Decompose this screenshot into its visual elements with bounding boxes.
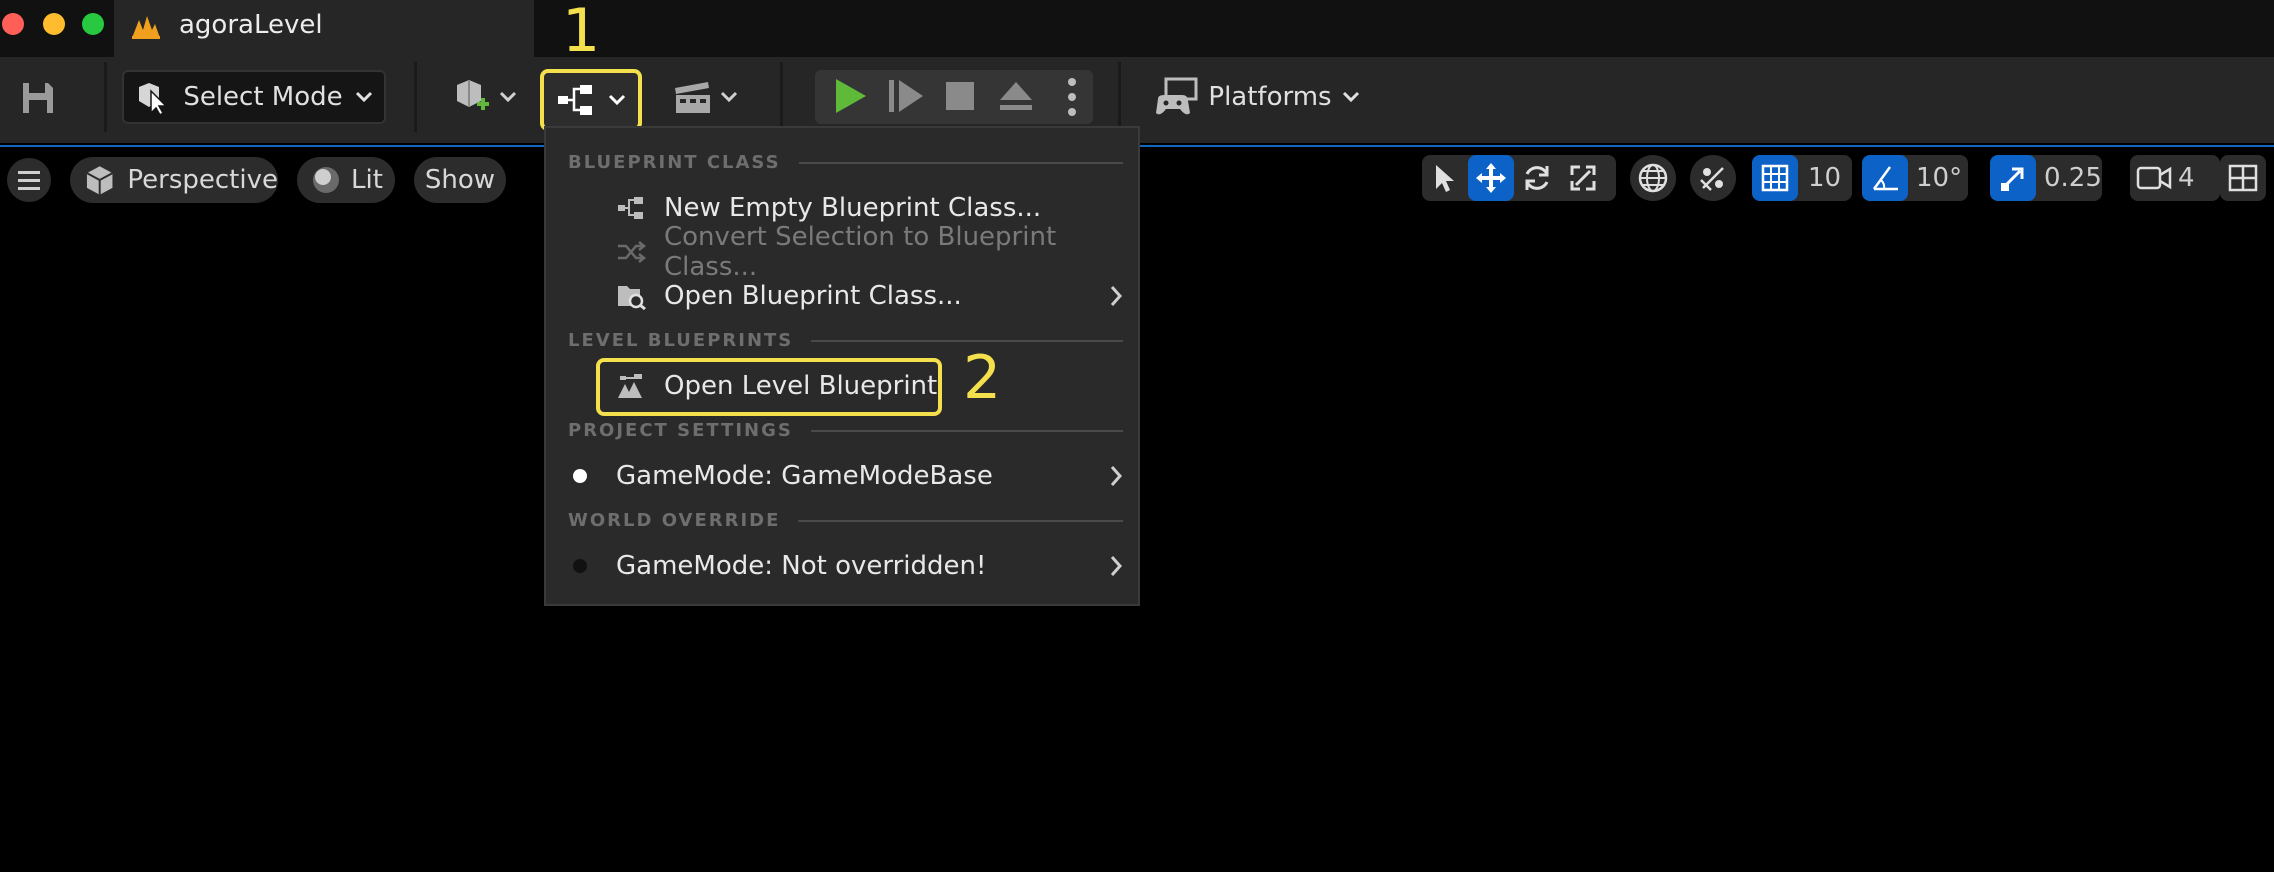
cinematics-button[interactable] [665,72,745,122]
scale-snap-icon [2001,167,2024,191]
radio-unselected-icon [573,559,587,573]
rotate-icon [1525,166,1549,190]
stop-icon[interactable] [944,80,976,112]
lit-label: Lit [351,165,383,195]
camera-speed-value: 4 [2178,163,2195,193]
chevron-down-icon [499,91,517,103]
annotation-step-2: 2 [963,343,1002,413]
section-header-world-override: WORLD OVERRIDE [568,510,1123,531]
platforms-dropdown[interactable]: Platforms [1148,70,1368,124]
unreal-level-icon [132,16,160,39]
blueprints-button[interactable] [540,69,642,131]
annotation-highlight-open-level-blueprint [596,358,942,416]
convert-arrows-icon [618,241,646,263]
grid-snap-value[interactable]: 10 [1808,163,1841,193]
close-window-button[interactable] [2,13,24,35]
menu-item-gamemode-world[interactable]: GameMode: Not overridden! [546,546,1138,586]
chevron-down-icon [720,91,738,103]
folder-search-icon [618,286,646,310]
lit-button[interactable]: Lit [297,157,395,203]
rotate-tool-button[interactable] [1514,155,1560,201]
menu-item-open-blueprint-class[interactable]: Open Blueprint Class... [546,276,1138,316]
viewport-layout-icon[interactable] [2220,155,2266,201]
section-header-blueprint-class: BLUEPRINT CLASS [568,152,1123,173]
select-tool-button[interactable] [1422,155,1468,201]
rotation-snap-value[interactable]: 10° [1916,163,1962,193]
scale-snap-toggle[interactable] [1990,155,2036,201]
perspective-button[interactable]: Perspective [70,157,278,203]
select-mode-label: Select Mode [183,82,343,112]
chevron-right-icon [1110,556,1123,576]
show-label: Show [424,165,496,195]
hamburger-menu-icon[interactable] [6,157,52,203]
blueprint-class-icon [618,197,643,219]
cube-icon [86,166,113,195]
chevron-right-icon [1110,286,1123,306]
menu-item-gamemode-project[interactable]: GameMode: GameModeBase [546,456,1138,496]
lighting-sphere-icon [313,167,339,193]
toolbar-separator [1118,62,1121,132]
chevron-right-icon [1110,466,1123,486]
radio-selected-icon [573,469,587,483]
toolbar-separator [104,62,107,132]
scale-tool-button[interactable] [1560,155,1606,201]
surface-snapping-button[interactable] [1690,155,1736,201]
camera-speed-button[interactable]: 4 [2130,155,2220,201]
toolbar-separator [780,62,783,132]
level-tab-title: agoraLevel [179,10,323,40]
section-header-level-blueprints: LEVEL BLUEPRINTS [568,330,1123,351]
angle-icon [1872,166,1898,191]
annotation-step-1: 1 [562,0,601,66]
cursor-arrow-icon [1436,165,1454,192]
scale-snap-control[interactable]: 0.25 [1990,155,2102,201]
advance-frame-icon[interactable] [887,78,925,114]
rotation-snap-toggle[interactable] [1862,155,1908,201]
chevron-down-icon [355,91,372,103]
platforms-icon [1156,77,1198,115]
blueprint-graph-icon [558,85,592,115]
grid-icon [1761,164,1789,192]
platforms-label: Platforms [1208,82,1332,112]
add-actor-button[interactable] [445,72,525,122]
rotation-snap-control[interactable]: 10° [1862,155,1968,201]
menu-item-convert-selection[interactable]: Convert Selection to Blueprint Class... [546,222,1138,282]
globe-icon [1638,163,1668,193]
select-mode-icon [139,83,169,115]
eject-icon[interactable] [998,80,1034,112]
toolbar-separator [414,62,417,132]
clapperboard-icon [675,82,710,113]
show-button[interactable]: Show [414,157,506,203]
video-camera-icon [2136,166,2172,190]
save-icon[interactable] [20,80,56,116]
scale-icon [1570,165,1596,191]
play-icon[interactable] [830,76,870,116]
scale-snap-value[interactable]: 0.25 [2044,163,2102,193]
minimize-window-button[interactable] [43,13,65,35]
move-arrows-icon [1476,163,1506,193]
chevron-down-icon [608,94,626,106]
grid-snap-toggle[interactable] [1752,155,1798,201]
world-local-toggle[interactable] [1630,155,1676,201]
add-actor-icon [457,80,489,110]
surface-snapping-icon [1700,167,1724,191]
maximize-window-button[interactable] [82,13,104,35]
perspective-label: Perspective [127,165,278,195]
more-options-icon[interactable] [1066,76,1078,118]
level-tab[interactable] [114,0,534,57]
grid-snap-control[interactable]: 10 [1752,155,1852,201]
chevron-down-icon [1342,91,1359,103]
section-header-project-settings: PROJECT SETTINGS [568,420,1123,441]
select-mode-dropdown[interactable]: Select Mode [122,70,386,124]
transform-tools [1422,155,1616,201]
translate-tool-button[interactable] [1468,155,1514,201]
